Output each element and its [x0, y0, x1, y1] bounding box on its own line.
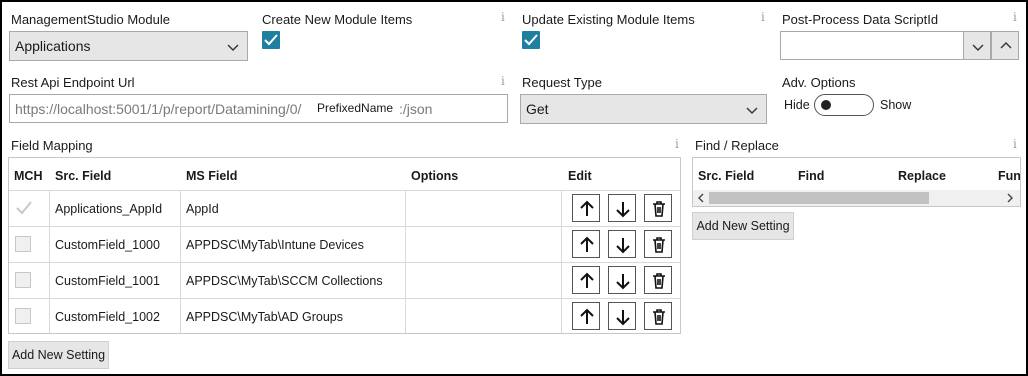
adv-options-show-label: Show [880, 98, 912, 112]
chevron-down-icon [227, 44, 239, 51]
trash-icon [653, 273, 665, 289]
column-header-edit: Edit [568, 169, 592, 183]
ms-field-cell: APPDSC\MyTab\Intune Devices [186, 238, 364, 252]
ms-field-cell: APPDSC\MyTab\SCCM Collections [186, 274, 383, 288]
column-header-src-field: Src. Field [55, 169, 112, 183]
checkmark-icon [524, 34, 538, 46]
field-mapping-grid: MCH Src. Field MS Field Options Edit App… [8, 157, 681, 334]
row-mch-checkbox[interactable] [15, 272, 31, 288]
column-divider [49, 190, 50, 333]
arrow-up-icon [580, 308, 594, 324]
delete-button[interactable] [644, 302, 672, 330]
row-divider [9, 226, 680, 227]
delete-button[interactable] [644, 230, 672, 258]
column-divider [405, 190, 406, 333]
row-mch-checkbox[interactable] [15, 236, 31, 252]
find-replace-add-button[interactable]: Add New Setting [692, 212, 794, 240]
horizontal-scrollbar[interactable] [693, 190, 1020, 206]
row-divider [9, 190, 680, 191]
adv-options-toggle[interactable] [814, 94, 874, 116]
arrow-down-icon [616, 274, 630, 290]
delete-button[interactable] [644, 266, 672, 294]
src-field-cell: Applications_AppId [55, 202, 163, 216]
column-header-replace: Replace [898, 169, 946, 183]
trash-icon [653, 309, 665, 325]
column-header-mch: MCH [14, 169, 43, 183]
update-items-label: Update Existing Module Items [522, 12, 695, 27]
move-down-button[interactable] [608, 230, 636, 258]
src-field-cell: CustomField_1000 [55, 238, 160, 252]
info-icon: i [501, 74, 505, 88]
endpoint-suffix: :/json [399, 101, 433, 117]
post-process-input[interactable] [780, 31, 964, 60]
column-divider [180, 190, 181, 333]
arrow-down-icon [616, 202, 630, 218]
chevron-down-icon [972, 44, 984, 51]
delete-button[interactable] [644, 194, 672, 222]
find-replace-grid: Src. Field Find Replace Fun [692, 157, 1021, 207]
info-icon: i [1013, 10, 1017, 24]
create-items-checkbox[interactable] [262, 31, 280, 49]
update-items-checkbox[interactable] [522, 31, 540, 49]
move-down-button[interactable] [608, 266, 636, 294]
chevron-left-icon[interactable] [697, 193, 705, 203]
prefixed-name-tooltip: PrefixedName [315, 100, 396, 116]
info-icon: i [761, 10, 765, 24]
row-divider [9, 262, 680, 263]
trash-icon [653, 237, 665, 253]
module-select[interactable]: Applications [9, 31, 248, 61]
arrow-down-icon [616, 238, 630, 254]
request-type-value: Get [526, 101, 549, 117]
row-divider [9, 298, 680, 299]
row-mch-checkbox[interactable] [15, 308, 31, 324]
trash-icon [653, 201, 665, 217]
field-mapping-add-button[interactable]: Add New Setting [8, 341, 109, 369]
post-process-up-button[interactable] [991, 31, 1019, 60]
scrollbar-thumb[interactable] [709, 192, 929, 204]
arrow-up-icon [580, 236, 594, 252]
checkmark-icon [264, 34, 278, 46]
move-up-button[interactable] [572, 194, 600, 222]
src-field-cell: CustomField_1002 [55, 310, 160, 324]
adv-options-hide-label: Hide [784, 98, 810, 112]
ms-field-cell: AppId [186, 202, 219, 216]
column-header-find: Find [798, 169, 825, 183]
row-mch-checkbox[interactable] [15, 200, 33, 216]
move-up-button[interactable] [572, 230, 600, 258]
toggle-knob [821, 100, 831, 110]
module-select-value: Applications [15, 38, 91, 54]
arrow-up-icon [580, 200, 594, 216]
move-up-button[interactable] [572, 302, 600, 330]
move-up-button[interactable] [572, 266, 600, 294]
move-down-button[interactable] [608, 194, 636, 222]
post-process-dropdown-button[interactable] [963, 31, 991, 60]
endpoint-label: Rest Api Endpoint Url [11, 75, 135, 90]
info-icon: i [1013, 137, 1017, 151]
column-header-ms-field: MS Field [186, 169, 238, 183]
create-items-label: Create New Module Items [262, 12, 413, 27]
field-mapping-title: Field Mapping [11, 138, 93, 153]
request-type-label: Request Type [522, 75, 602, 90]
column-header-options: Options [411, 169, 459, 183]
src-field-cell: CustomField_1001 [55, 274, 160, 288]
column-header-src-field: Src. Field [698, 169, 755, 183]
info-icon: i [501, 10, 505, 24]
find-replace-title: Find / Replace [695, 138, 779, 153]
module-label: ManagementStudio Module [11, 12, 170, 27]
adv-options-label: Adv. Options [782, 75, 856, 90]
info-icon: i [675, 137, 679, 151]
endpoint-input[interactable]: https://localhost:5001/1/p/report/Datami… [9, 94, 508, 123]
chevron-right-icon[interactable] [1006, 193, 1014, 203]
column-divider [561, 190, 562, 333]
endpoint-value: https://localhost:5001/1/p/report/Datami… [15, 101, 302, 117]
move-down-button[interactable] [608, 302, 636, 330]
arrow-down-icon [616, 310, 630, 326]
chevron-down-icon [746, 107, 758, 114]
arrow-up-icon [580, 272, 594, 288]
ms-field-cell: APPDSC\MyTab\AD Groups [186, 310, 343, 324]
column-header-fun: Fun [998, 169, 1021, 183]
chevron-up-icon [1000, 42, 1012, 49]
post-process-label: Post-Process Data ScriptId [782, 12, 939, 27]
request-type-select[interactable]: Get [520, 94, 767, 124]
